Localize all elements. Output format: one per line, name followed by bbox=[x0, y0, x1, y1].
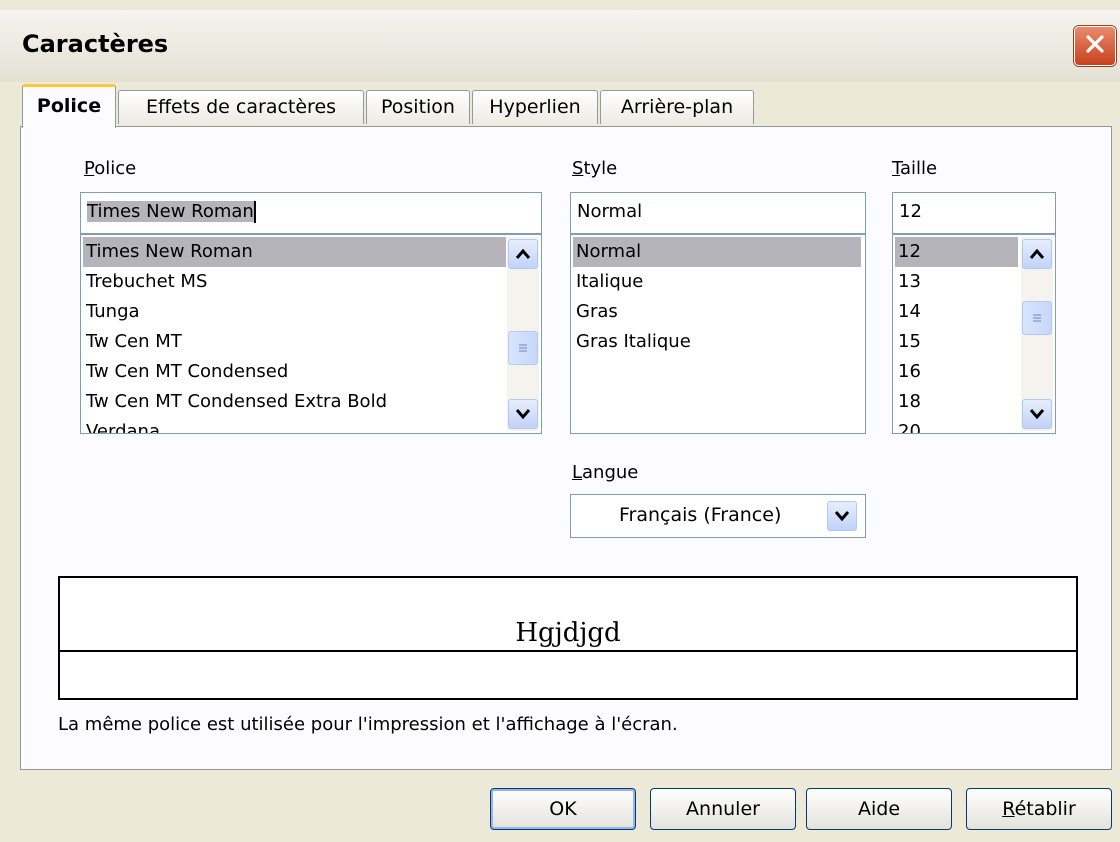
font-list-item[interactable]: Tw Cen MT Condensed bbox=[83, 357, 288, 387]
size-list-item[interactable]: 13 bbox=[895, 267, 921, 297]
font-style-label: Style bbox=[572, 158, 618, 179]
size-list-item[interactable]: 20 bbox=[895, 417, 921, 433]
preview-baseline bbox=[60, 650, 1076, 652]
font-list-item[interactable]: Times New Roman bbox=[83, 237, 506, 267]
size-list-item[interactable]: 16 bbox=[895, 357, 921, 387]
scroll-down-button[interactable] bbox=[508, 399, 538, 429]
font-preview: Hgjdjgd bbox=[58, 576, 1078, 700]
font-list-item[interactable]: Trebuchet MS bbox=[83, 267, 207, 297]
style-list-item[interactable]: Normal bbox=[573, 237, 861, 267]
dialog-title: Caractères bbox=[22, 30, 169, 58]
language-select[interactable]: Français (France) bbox=[570, 494, 866, 538]
font-list-scrollbar[interactable] bbox=[507, 237, 539, 431]
help-button[interactable]: Aide bbox=[806, 788, 952, 830]
font-name-label: Police bbox=[84, 158, 137, 179]
style-list-item[interactable]: Gras Italique bbox=[573, 327, 691, 357]
size-list-scrollbar[interactable] bbox=[1021, 237, 1053, 431]
size-list-item[interactable]: 18 bbox=[895, 387, 921, 417]
font-list-item[interactable]: Tw Cen MT bbox=[83, 327, 182, 357]
tab-position[interactable]: Position bbox=[366, 90, 470, 124]
font-size-list[interactable]: 12 13 14 15 16 18 20 bbox=[892, 234, 1056, 434]
size-list-item[interactable]: 14 bbox=[895, 297, 921, 327]
ok-button[interactable]: OK bbox=[490, 788, 636, 830]
cancel-button[interactable]: Annuler bbox=[650, 788, 796, 830]
scroll-thumb[interactable] bbox=[508, 331, 538, 365]
style-list-item[interactable]: Italique bbox=[573, 267, 643, 297]
reset-button[interactable]: Rétablir bbox=[966, 788, 1112, 830]
font-list-item[interactable]: Verdana bbox=[83, 417, 160, 433]
scroll-up-button[interactable] bbox=[1022, 239, 1052, 269]
scroll-up-arrow-icon bbox=[1029, 244, 1045, 265]
scroll-down-arrow-icon bbox=[1029, 404, 1045, 425]
size-list-item[interactable]: 15 bbox=[895, 327, 921, 357]
scroll-down-arrow-icon bbox=[515, 404, 531, 425]
preview-text: Hgjdjgd bbox=[515, 618, 621, 648]
font-size-input[interactable]: 12 bbox=[892, 192, 1056, 234]
scroll-thumb[interactable] bbox=[1022, 301, 1052, 335]
font-list-item[interactable]: Tw Cen MT Condensed Extra Bold bbox=[83, 387, 387, 417]
font-info-text: La même police est utilisée pour l'impre… bbox=[58, 714, 678, 735]
scroll-up-arrow-icon bbox=[515, 244, 531, 265]
character-dialog: Caractères Police Effets de caractères P… bbox=[0, 0, 1120, 842]
tab-hyperlien[interactable]: Hyperlien bbox=[472, 90, 598, 124]
tab-arriere-plan[interactable]: Arrière-plan bbox=[600, 90, 754, 124]
font-style-list[interactable]: Normal Italique Gras Gras Italique bbox=[570, 234, 866, 434]
font-size-label: Taille bbox=[892, 158, 938, 179]
scroll-thumb-grip-icon bbox=[517, 338, 529, 359]
language-dropdown-button[interactable] bbox=[827, 501, 857, 531]
size-list-item[interactable]: 12 bbox=[895, 237, 1018, 267]
language-select-value: Français (France) bbox=[619, 504, 782, 526]
font-name-input[interactable]: Times New Roman bbox=[80, 192, 542, 234]
language-label: Langue bbox=[572, 462, 639, 483]
font-name-list[interactable]: Times New Roman Trebuchet MS Tunga Tw Ce… bbox=[80, 234, 542, 434]
tab-effets-de-caracteres[interactable]: Effets de caractères bbox=[118, 90, 364, 124]
dropdown-arrow-icon bbox=[834, 506, 850, 527]
close-button[interactable] bbox=[1074, 26, 1116, 66]
font-list-item[interactable]: Tunga bbox=[83, 297, 140, 327]
title-bar: Caractères bbox=[0, 10, 1120, 82]
style-list-item[interactable]: Gras bbox=[573, 297, 618, 327]
close-icon bbox=[1084, 33, 1106, 60]
tab-police[interactable]: Police bbox=[22, 84, 116, 128]
font-style-input[interactable]: Normal bbox=[570, 192, 866, 234]
scroll-thumb-grip-icon bbox=[1031, 308, 1043, 329]
scroll-up-button[interactable] bbox=[508, 239, 538, 269]
scroll-down-button[interactable] bbox=[1022, 399, 1052, 429]
